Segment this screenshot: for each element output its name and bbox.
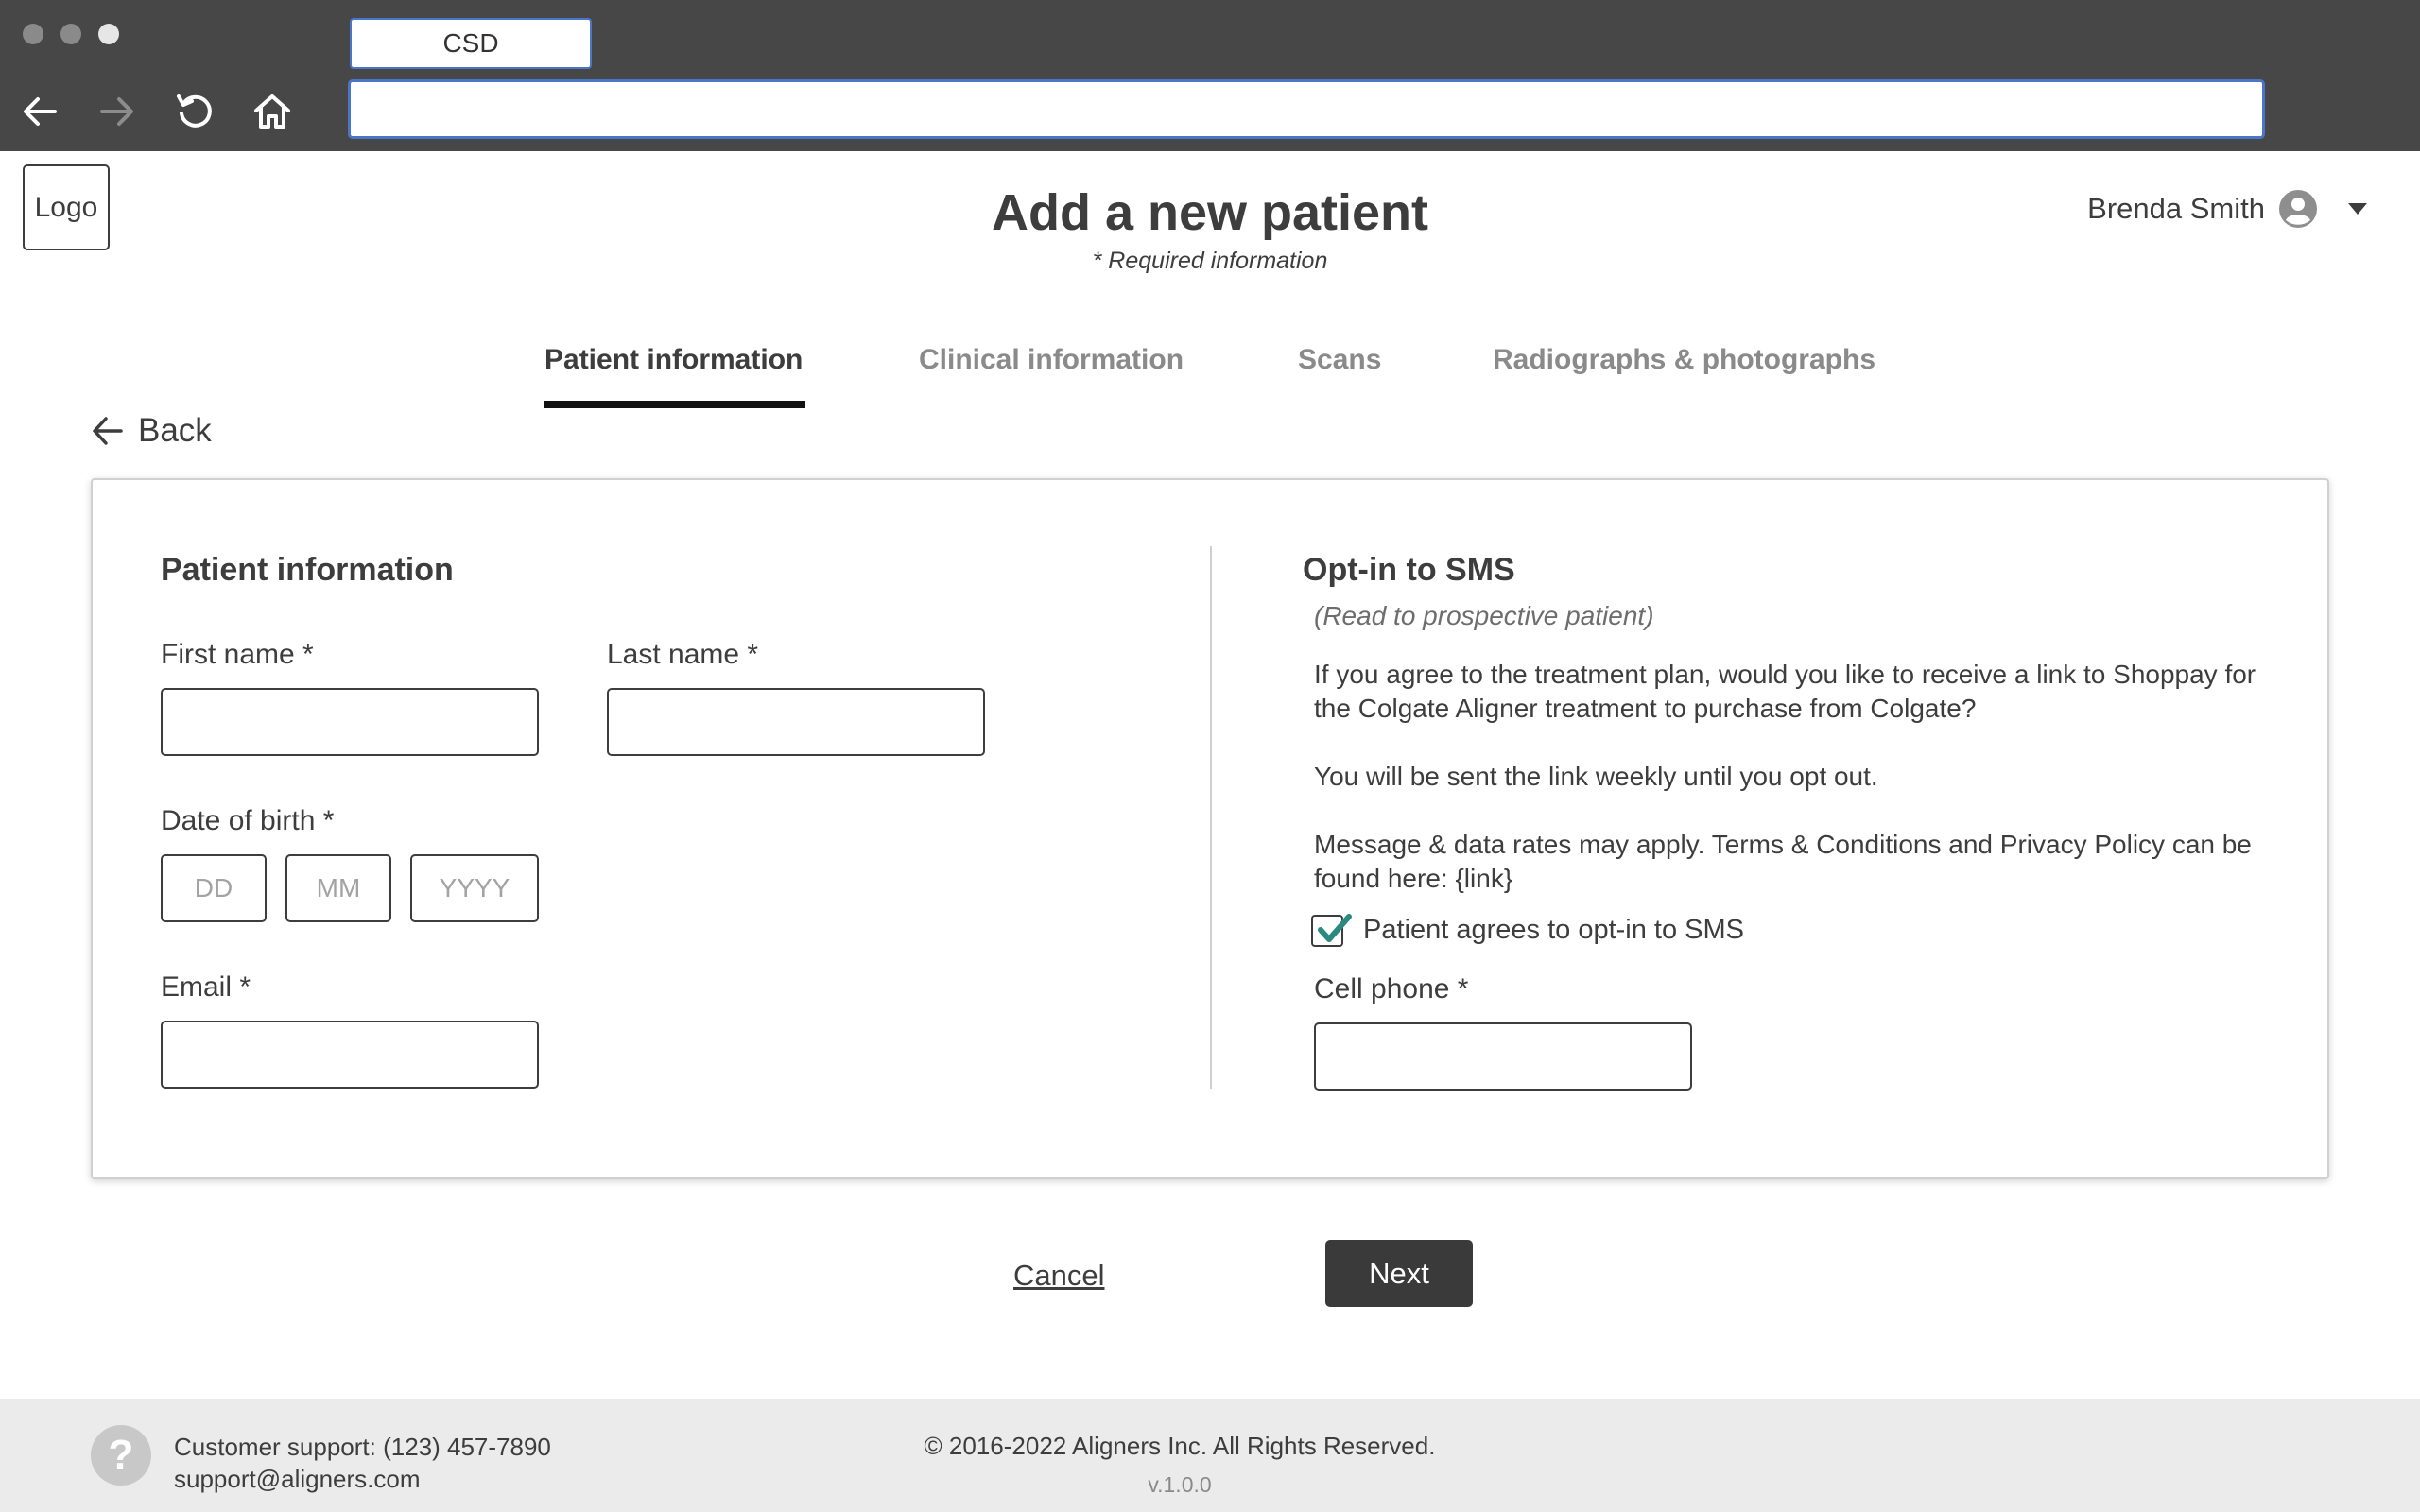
browser-chrome: CSD <box>0 0 2420 151</box>
back-label: Back <box>138 412 212 449</box>
tab-patient-information[interactable]: Patient information <box>544 344 803 376</box>
next-button[interactable]: Next <box>1325 1240 1473 1307</box>
chevron-down-icon <box>2348 203 2367 215</box>
window-maximize-dot[interactable] <box>98 24 119 44</box>
step-tabs: Patient information Clinical information… <box>0 344 2420 410</box>
tab-radiographs-photographs[interactable]: Radiographs & photographs <box>1493 344 1876 376</box>
dob-day-input[interactable] <box>161 854 267 922</box>
sms-subtitle: (Read to prospective patient) <box>1314 601 1654 630</box>
user-menu[interactable]: Brenda Smith <box>2087 189 2367 229</box>
dob-month-input[interactable] <box>285 854 391 922</box>
version: v.1.0.0 <box>1148 1472 1212 1497</box>
cell-phone-input[interactable] <box>1314 1022 1692 1091</box>
copyright: © 2016-2022 Aligners Inc. All Rights Res… <box>924 1432 1436 1460</box>
last-name-input[interactable] <box>607 688 985 756</box>
reload-icon[interactable] <box>174 91 216 132</box>
window-minimize-dot[interactable] <box>60 24 81 44</box>
sms-paragraph-frequency: You will be sent the link weekly until y… <box>1314 762 1878 791</box>
arrow-left-icon[interactable] <box>19 91 60 132</box>
address-bar[interactable] <box>348 79 2265 139</box>
tab-clinical-information[interactable]: Clinical information <box>919 344 1184 376</box>
back-link[interactable]: Back <box>91 412 212 450</box>
section-divider <box>1210 546 1212 1089</box>
cancel-button[interactable]: Cancel <box>1013 1259 1105 1293</box>
dob-label: Date of birth * <box>161 805 335 836</box>
sms-paragraph-terms: Message & data rates may apply. Terms & … <box>1314 830 2252 893</box>
window-close-dot[interactable] <box>23 24 43 44</box>
sms-paragraph-offer: If you agree to the treatment plan, woul… <box>1314 660 2256 723</box>
checkmark-icon <box>1318 914 1352 942</box>
browser-tab[interactable]: CSD <box>350 18 592 69</box>
sms-optin-label: Patient agrees to opt-in to SMS <box>1363 915 1744 945</box>
sms-title: Opt-in to SMS <box>1303 552 1515 588</box>
cell-phone-label: Cell phone * <box>1314 973 1469 1005</box>
patient-info-title: Patient information <box>161 552 454 588</box>
email-label: Email * <box>161 971 251 1003</box>
dob-year-input[interactable] <box>410 854 539 922</box>
last-name-label: Last name * <box>607 639 759 670</box>
tab-scans[interactable]: Scans <box>1298 344 1381 376</box>
user-name: Brenda Smith <box>2087 192 2265 225</box>
first-name-label: First name * <box>161 639 314 670</box>
first-name-input[interactable] <box>161 688 539 756</box>
required-note: * Required information <box>1092 248 1328 274</box>
sms-optin-checkbox[interactable] <box>1311 914 1352 947</box>
arrow-left-icon <box>93 417 123 445</box>
email-input[interactable] <box>161 1021 539 1089</box>
active-tab-indicator <box>544 401 805 408</box>
home-icon[interactable] <box>251 91 293 132</box>
user-avatar-icon <box>2278 189 2318 229</box>
page-title: Add a new patient <box>991 184 1429 241</box>
arrow-right-icon[interactable] <box>96 91 138 132</box>
